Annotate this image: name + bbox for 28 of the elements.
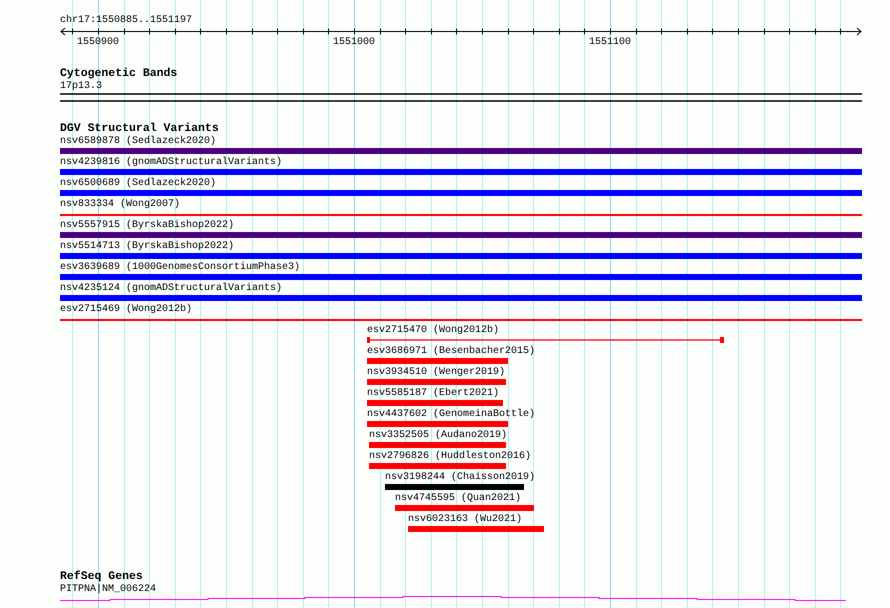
track-title: RefSeq Genes bbox=[60, 570, 143, 583]
variant-label: nsv5557915 (ByrskaBishop2022) bbox=[60, 220, 234, 232]
variant-label: nsv4239816 (gnomADStructuralVariants) bbox=[60, 157, 282, 169]
variant-label: nsv4745595 (Quan2021) bbox=[395, 493, 522, 505]
variant-label: nsv6500689 (Sedlazeck2020) bbox=[60, 178, 216, 190]
variant-label: nsv833334 (Wong2007) bbox=[60, 199, 180, 211]
tick-label: 1551000 bbox=[333, 37, 375, 47]
variant-label: nsv5514713 (ByrskaBishop2022) bbox=[60, 241, 234, 253]
variant-label: esv2715470 (Wong2012b) bbox=[367, 325, 500, 337]
location-label: chr17:1550885..1551197 bbox=[60, 15, 192, 27]
variant-label: nsv3352505 (Audano2019) bbox=[369, 430, 508, 442]
variant-label: nsv2796826 (Huddleston2016) bbox=[369, 451, 532, 463]
track-title: DGV Structural Variants bbox=[60, 122, 219, 135]
track-title: Cytogenetic Bands bbox=[60, 67, 178, 80]
gene-label: PITPNA|NM_006224 bbox=[60, 584, 156, 596]
tick-label: 1551100 bbox=[589, 37, 631, 47]
variant-label: esv3686971 (Besenbacher2015) bbox=[367, 346, 536, 358]
band-label: 17p13.3 bbox=[60, 81, 102, 93]
variant-label: nsv4235124 (gnomADStructuralVariants) bbox=[60, 283, 282, 295]
variant-label: nsv6589878 (Sedlazeck2020) bbox=[60, 136, 216, 148]
variant-label: nsv3934510 (Wenger2019) bbox=[367, 367, 506, 379]
variant-label: nsv6023163 (Wu2021) bbox=[408, 514, 522, 526]
variant-label: esv2715469 (Wong2012b) bbox=[60, 304, 192, 316]
variant-label: nsv4437602 (GenomeinaBottle) bbox=[367, 409, 536, 421]
tick-label: 1550900 bbox=[77, 37, 119, 47]
variant-label: nsv5585187 (Ebert2021) bbox=[367, 388, 500, 400]
variant-label: esv3639689 (1000GenomesConsortiumPhase3) bbox=[60, 262, 300, 274]
variant-label: nsv3198244 (Chaisson2019) bbox=[385, 472, 536, 484]
